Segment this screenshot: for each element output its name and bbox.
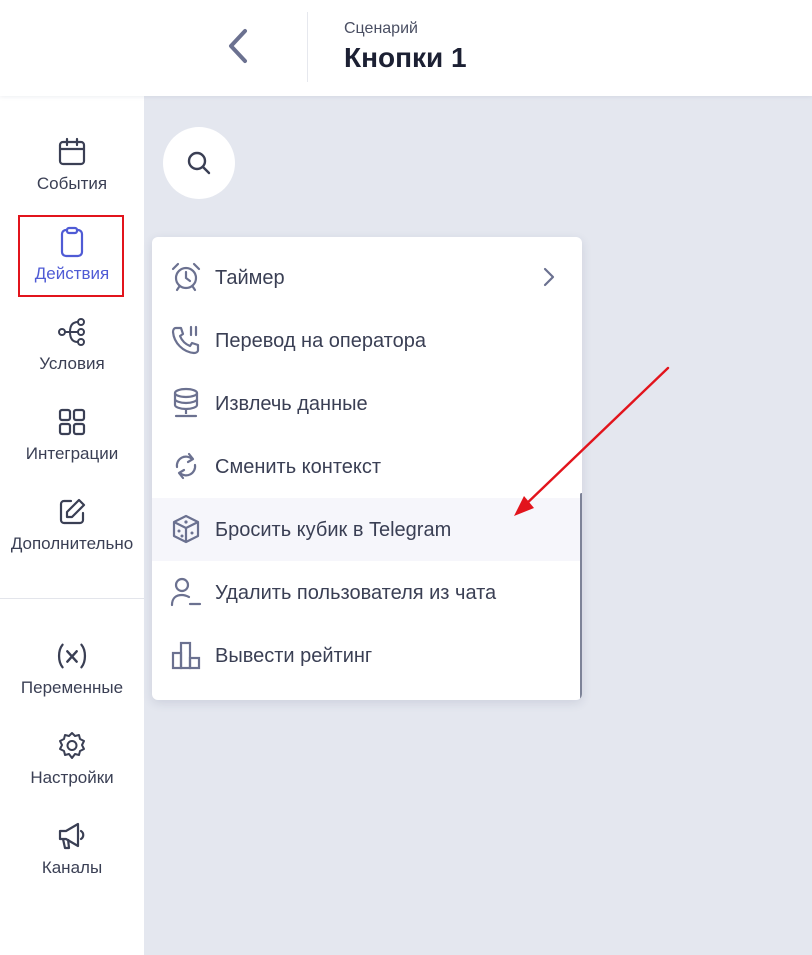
menu-item-show-rating[interactable]: Вывести рейтинг: [152, 624, 582, 687]
megaphone-icon: [58, 822, 85, 850]
header-divider: [307, 12, 308, 82]
bar-chart-icon: [171, 641, 201, 670]
sidebar-item-label: Переменные: [20, 678, 124, 697]
alarm-clock-icon: [171, 262, 201, 292]
sidebar-item-label: События: [36, 174, 108, 193]
dice-icon: [172, 514, 200, 544]
sidebar-item-label: Действия: [34, 264, 110, 283]
sidebar-item-integrations[interactable]: Интеграции: [0, 400, 144, 484]
sidebar-divider: [0, 598, 144, 599]
sidebar-item-actions[interactable]: Действия: [0, 220, 144, 304]
phone-transfer-icon: [171, 325, 200, 355]
grid-icon: [58, 408, 86, 436]
gear-icon: [59, 732, 85, 759]
sidebar-item-label: Дополнительно: [10, 534, 134, 553]
menu-scrollbar[interactable]: [580, 493, 582, 700]
menu-item-label: Таймер: [215, 267, 285, 289]
calendar-icon: [58, 137, 86, 166]
chevron-right-icon: [543, 267, 555, 287]
sidebar-item-additional[interactable]: Дополнительно: [0, 490, 144, 574]
menu-item-transfer-operator[interactable]: Перевод на оператора: [152, 309, 582, 372]
menu-item-label: Перевод на оператора: [215, 330, 426, 352]
actions-menu: Таймер Перевод на оператора Извлечь данн…: [152, 237, 582, 700]
menu-item-label: Вывести рейтинг: [215, 645, 373, 667]
refresh-icon: [175, 452, 197, 480]
sidebar-item-conditions[interactable]: Условия: [0, 310, 144, 394]
sidebar-item-label: Интеграции: [25, 444, 119, 463]
sidebar: События Действия Условия Интеграции Допо…: [0, 96, 144, 955]
menu-item-label: Бросить кубик в Telegram: [215, 519, 452, 541]
page-title: Кнопки 1: [344, 42, 467, 73]
header-bar: Сценарий Кнопки 1: [0, 0, 812, 96]
user-remove-icon: [170, 577, 202, 607]
menu-item-label: Удалить пользователя из чата: [215, 582, 497, 604]
branch-icon: [58, 318, 85, 346]
clipboard-icon: [60, 226, 84, 258]
sidebar-item-label: Условия: [39, 354, 105, 373]
search-icon: [187, 151, 211, 175]
scenario-label: Сценарий: [344, 20, 418, 37]
menu-item-change-context[interactable]: Сменить контекст: [152, 435, 582, 498]
search-button[interactable]: [163, 127, 235, 199]
sidebar-item-events[interactable]: События: [0, 130, 144, 214]
menu-item-timer[interactable]: Таймер: [152, 246, 582, 309]
sidebar-item-label: Настройки: [30, 768, 114, 787]
sidebar-item-label: Каналы: [41, 858, 103, 877]
menu-item-extract-data[interactable]: Извлечь данные: [152, 372, 582, 435]
edit-icon: [59, 498, 86, 525]
menu-item-label: Извлечь данные: [215, 393, 368, 415]
sidebar-item-variables[interactable]: Переменные: [0, 634, 144, 718]
menu-item-label: Сменить контекст: [215, 456, 382, 478]
back-button[interactable]: [218, 24, 258, 68]
menu-item-roll-dice[interactable]: Бросить кубик в Telegram: [152, 498, 582, 561]
sidebar-item-settings[interactable]: Настройки: [0, 724, 144, 808]
variable-icon: [57, 643, 87, 669]
database-icon: [173, 387, 199, 418]
chevron-left-icon: [229, 29, 247, 63]
sidebar-item-channels[interactable]: Каналы: [0, 814, 144, 898]
menu-item-remove-user[interactable]: Удалить пользователя из чата: [152, 561, 582, 624]
